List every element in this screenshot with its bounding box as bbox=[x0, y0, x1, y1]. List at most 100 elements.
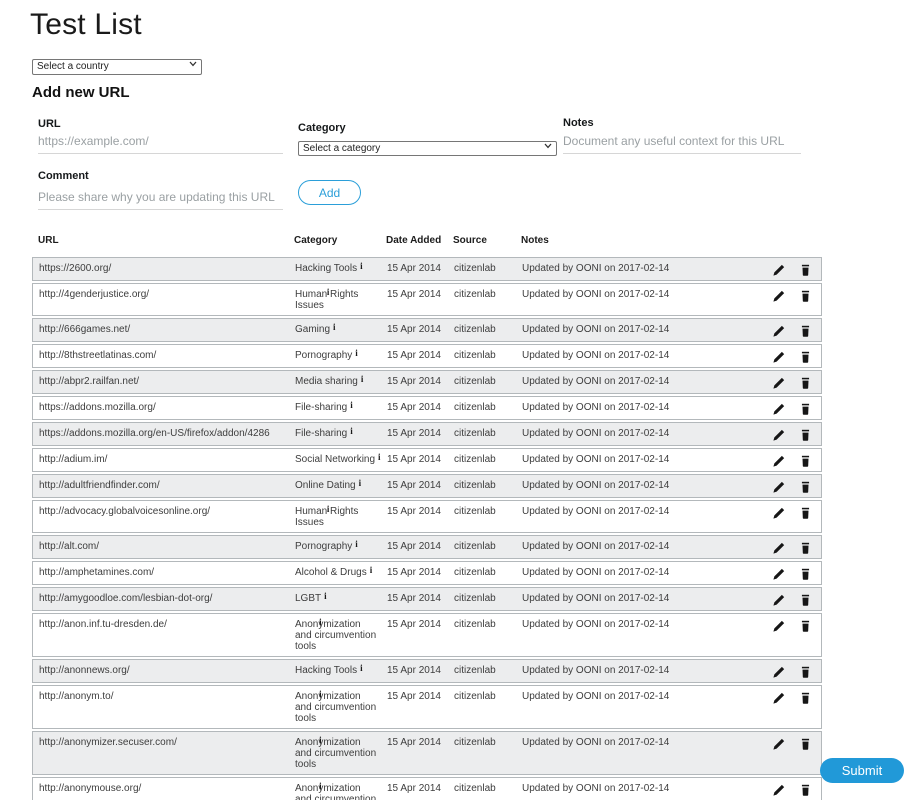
submit-button[interactable]: Submit bbox=[820, 758, 904, 783]
delete-button[interactable] bbox=[799, 737, 812, 751]
trash-icon bbox=[799, 506, 812, 520]
delete-button[interactable] bbox=[799, 480, 812, 494]
notes-cell: Updated by OONI on 2017-02-14 bbox=[516, 284, 765, 315]
url-cell: http://anonym.to/ bbox=[33, 686, 289, 728]
edit-button[interactable] bbox=[772, 324, 786, 338]
info-icon[interactable]: i bbox=[355, 539, 358, 550]
info-icon[interactable]: i bbox=[319, 781, 322, 792]
table-row: https://addons.mozilla.org/en-US/firefox… bbox=[32, 422, 822, 446]
source-cell: citizenlab bbox=[448, 423, 516, 445]
date-added-cell: 15 Apr 2014 bbox=[381, 686, 448, 728]
url-cell: http://adium.im/ bbox=[33, 449, 289, 471]
edit-button[interactable] bbox=[772, 783, 786, 797]
trash-icon bbox=[799, 567, 812, 581]
add-button[interactable]: Add bbox=[298, 180, 361, 205]
row-actions bbox=[765, 732, 821, 774]
delete-button[interactable] bbox=[799, 428, 812, 442]
delete-button[interactable] bbox=[799, 263, 812, 277]
pencil-icon bbox=[772, 593, 786, 607]
edit-button[interactable] bbox=[772, 480, 786, 494]
edit-button[interactable] bbox=[772, 454, 786, 468]
url-table-header: URL Category Date Added Source Notes bbox=[32, 226, 822, 257]
edit-button[interactable] bbox=[772, 737, 786, 751]
notes-cell: Updated by OONI on 2017-02-14 bbox=[516, 475, 765, 497]
edit-button[interactable] bbox=[772, 541, 786, 555]
edit-button[interactable] bbox=[772, 263, 786, 277]
comment-input[interactable] bbox=[38, 188, 283, 210]
notes-cell: Updated by OONI on 2017-02-14 bbox=[516, 614, 765, 656]
edit-button[interactable] bbox=[772, 691, 786, 705]
info-icon[interactable]: i bbox=[360, 261, 363, 272]
info-icon[interactable]: i bbox=[361, 374, 364, 385]
edit-button[interactable] bbox=[772, 593, 786, 607]
info-icon[interactable]: i bbox=[360, 663, 363, 674]
category-cell: Pornographyi bbox=[289, 345, 381, 367]
info-icon[interactable]: i bbox=[359, 478, 362, 489]
delete-button[interactable] bbox=[799, 402, 812, 416]
info-icon[interactable]: i bbox=[333, 322, 336, 333]
delete-button[interactable] bbox=[799, 324, 812, 338]
table-row: http://anonymouse.org/ Anonymization and… bbox=[32, 777, 822, 800]
info-icon[interactable]: i bbox=[355, 348, 358, 359]
row-actions bbox=[765, 284, 821, 315]
date-added-cell: 15 Apr 2014 bbox=[381, 449, 448, 471]
delete-button[interactable] bbox=[799, 593, 812, 607]
category-cell: Alcohol & Drugsi bbox=[289, 562, 381, 584]
trash-icon bbox=[799, 737, 812, 751]
edit-button[interactable] bbox=[772, 376, 786, 390]
trash-icon bbox=[799, 541, 812, 555]
notes-cell: Updated by OONI on 2017-02-14 bbox=[516, 686, 765, 728]
url-cell: http://4genderjustice.org/ bbox=[33, 284, 289, 315]
info-icon[interactable]: i bbox=[327, 287, 330, 298]
info-icon[interactable]: i bbox=[319, 735, 322, 746]
info-icon[interactable]: i bbox=[319, 617, 322, 628]
edit-button[interactable] bbox=[772, 350, 786, 364]
info-icon[interactable]: i bbox=[370, 565, 373, 576]
trash-icon bbox=[799, 376, 812, 390]
delete-button[interactable] bbox=[799, 665, 812, 679]
delete-button[interactable] bbox=[799, 289, 812, 303]
edit-button[interactable] bbox=[772, 567, 786, 581]
info-icon[interactable]: i bbox=[319, 689, 322, 700]
delete-button[interactable] bbox=[799, 691, 812, 705]
notes-cell: Updated by OONI on 2017-02-14 bbox=[516, 258, 765, 280]
source-cell: citizenlab bbox=[448, 562, 516, 584]
edit-button[interactable] bbox=[772, 665, 786, 679]
url-cell: http://anonymouse.org/ bbox=[33, 778, 289, 800]
delete-button[interactable] bbox=[799, 619, 812, 633]
row-actions bbox=[765, 449, 821, 471]
country-select[interactable]: Select a country bbox=[32, 59, 202, 75]
info-icon[interactable]: i bbox=[350, 400, 353, 411]
delete-button[interactable] bbox=[799, 454, 812, 468]
delete-button[interactable] bbox=[799, 506, 812, 520]
category-select[interactable]: Select a category bbox=[298, 141, 557, 156]
url-cell: http://anon.inf.tu-dresden.de/ bbox=[33, 614, 289, 656]
category-cell: Anonymization and circumvention toolsi bbox=[289, 614, 381, 656]
trash-icon bbox=[799, 691, 812, 705]
delete-button[interactable] bbox=[799, 541, 812, 555]
delete-button[interactable] bbox=[799, 376, 812, 390]
delete-button[interactable] bbox=[799, 350, 812, 364]
notes-cell: Updated by OONI on 2017-02-14 bbox=[516, 588, 765, 610]
info-icon[interactable]: i bbox=[324, 591, 327, 602]
edit-button[interactable] bbox=[772, 289, 786, 303]
category-cell: Media sharingi bbox=[289, 371, 381, 393]
info-icon[interactable]: i bbox=[350, 426, 353, 437]
notes-input[interactable] bbox=[563, 132, 801, 154]
info-icon[interactable]: i bbox=[378, 452, 381, 463]
table-row: http://anon.inf.tu-dresden.de/ Anonymiza… bbox=[32, 613, 822, 657]
delete-button[interactable] bbox=[799, 567, 812, 581]
category-cell: Social Networkingi bbox=[289, 449, 381, 471]
edit-button[interactable] bbox=[772, 402, 786, 416]
edit-button[interactable] bbox=[772, 506, 786, 520]
edit-button[interactable] bbox=[772, 619, 786, 633]
table-row: http://amphetamines.com/ Alcohol & Drugs… bbox=[32, 561, 822, 585]
table-row: http://666games.net/ Gamingi 15 Apr 2014… bbox=[32, 318, 822, 342]
url-input[interactable] bbox=[38, 132, 283, 154]
info-icon[interactable]: i bbox=[327, 504, 330, 515]
delete-button[interactable] bbox=[799, 783, 812, 797]
source-cell: citizenlab bbox=[448, 475, 516, 497]
url-table-body: https://2600.org/ Hacking Toolsi 15 Apr … bbox=[32, 257, 822, 800]
edit-button[interactable] bbox=[772, 428, 786, 442]
trash-icon bbox=[799, 783, 812, 797]
